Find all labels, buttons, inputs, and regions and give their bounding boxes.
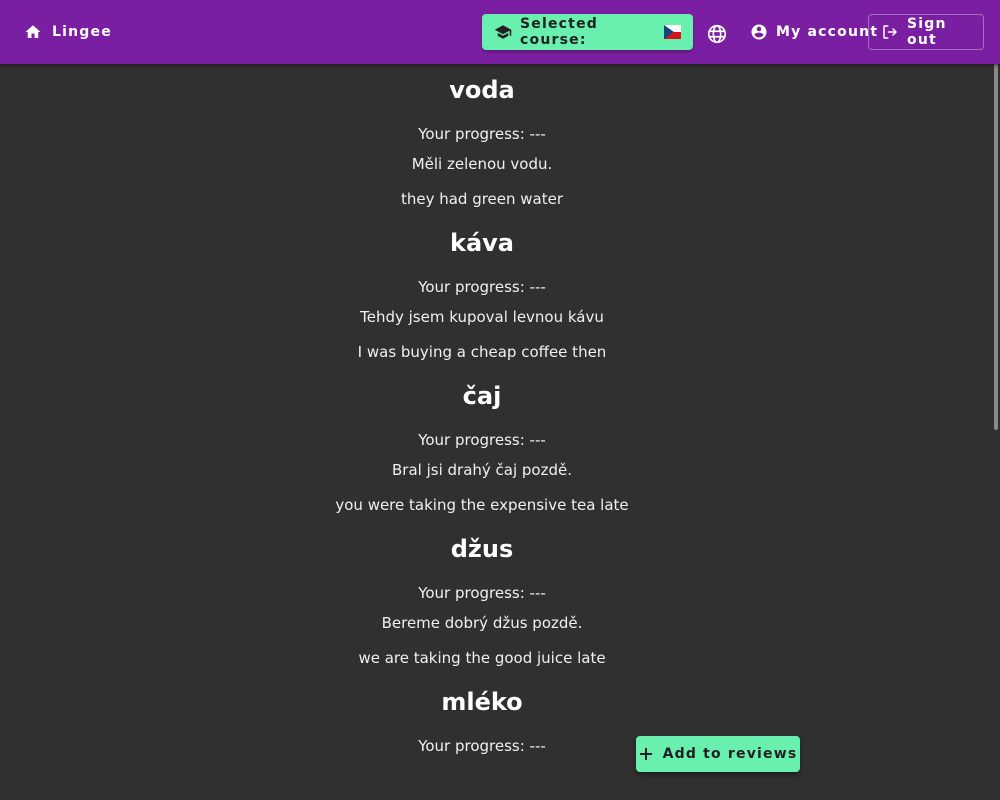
home-icon (25, 25, 41, 38)
word-progress: Your progress: --- (418, 125, 546, 143)
example-sentence: Bereme dobrý džus pozdě. (381, 614, 583, 632)
word-title: mléko (441, 688, 523, 716)
word-progress: Your progress: --- (418, 584, 546, 602)
word-card: voda Your progress: --- Měli zelenou vod… (0, 64, 964, 217)
my-account-button[interactable]: My account (742, 14, 886, 50)
word-title: čaj (462, 382, 502, 410)
word-progress: Your progress: --- (418, 737, 546, 755)
home-button[interactable]: Lingee (16, 14, 120, 50)
globe-icon (707, 24, 727, 44)
plus-icon (639, 748, 652, 760)
word-card: mléko Your progress: --- (0, 676, 964, 759)
example-translation: they had green water (400, 190, 564, 208)
my-account-label: My account (776, 24, 879, 40)
school-icon (494, 25, 512, 39)
logout-icon (883, 25, 897, 39)
example-sentence: Tehdy jsem kupoval levnou kávu (360, 308, 604, 326)
word-title: voda (449, 76, 515, 104)
example-translation: I was buying a cheap coffee then (357, 343, 607, 361)
word-title: džus (450, 535, 514, 563)
czech-flag-icon (663, 25, 681, 39)
example-translation: you were taking the expensive tea late (335, 496, 629, 514)
word-card: káva Your progress: --- Tehdy jsem kupov… (0, 217, 964, 370)
word-card: čaj Your progress: --- Bral jsi drahý ča… (0, 370, 964, 523)
selected-course-label: Selected course: (520, 16, 598, 48)
add-to-reviews-button[interactable]: Add to reviews (636, 736, 800, 772)
word-list: voda Your progress: --- Měli zelenou vod… (0, 64, 964, 800)
app-bar: Lingee Selected course: My account Sign … (0, 0, 1000, 64)
example-translation: we are taking the good juice late (358, 649, 606, 667)
selected-course-button[interactable]: Selected course: (482, 14, 693, 50)
account-circle-icon (751, 24, 767, 40)
add-to-reviews-label: Add to reviews (662, 746, 798, 762)
example-sentence: Bral jsi drahý čaj pozdě. (392, 461, 572, 479)
language-button[interactable] (701, 16, 733, 52)
word-progress: Your progress: --- (418, 431, 546, 449)
sign-out-label: Sign out (907, 16, 947, 48)
word-card: džus Your progress: --- Bereme dobrý džu… (0, 523, 964, 676)
word-progress: Your progress: --- (418, 278, 546, 296)
scrollbar-thumb[interactable] (994, 64, 998, 430)
sign-out-button[interactable]: Sign out (868, 14, 984, 50)
word-title: káva (450, 229, 514, 257)
home-label: Lingee (52, 24, 112, 40)
example-sentence: Měli zelenou vodu. (411, 155, 553, 173)
